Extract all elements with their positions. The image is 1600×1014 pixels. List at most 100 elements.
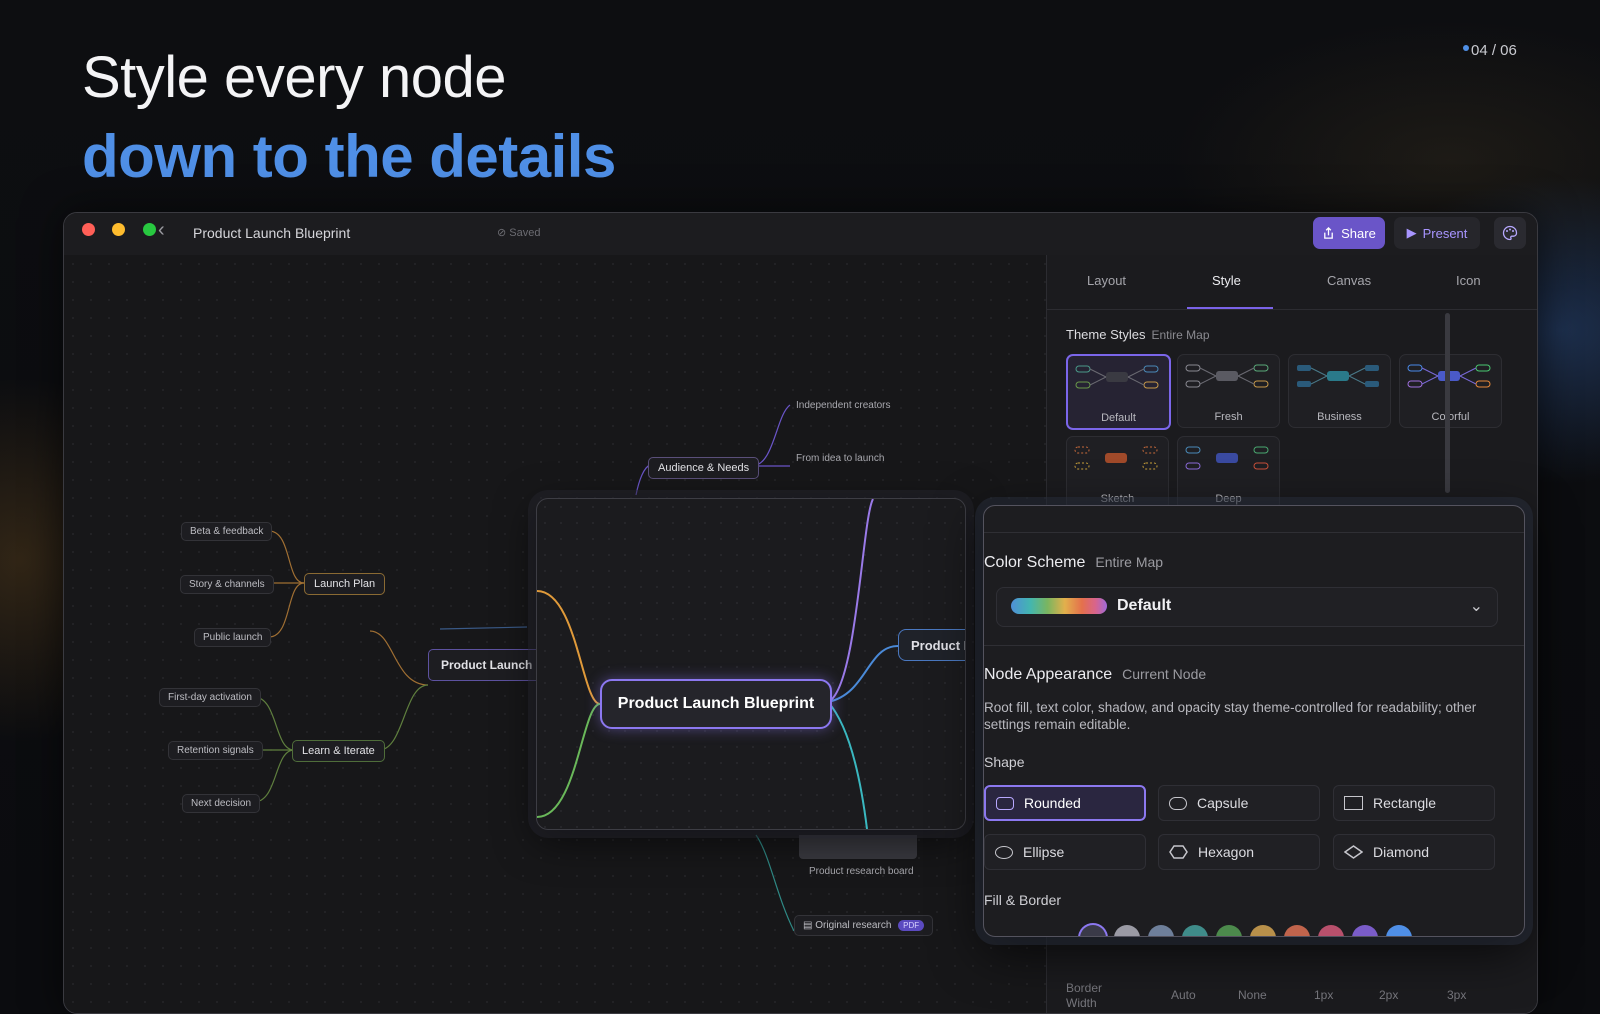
root-node-selected[interactable]: Product Launch Blueprint [600, 679, 832, 729]
color-scheme-select[interactable]: Default ⌄ [996, 587, 1498, 627]
leaf-idea-to-launch[interactable]: From idea to launch [796, 453, 884, 464]
leaf-story-channels[interactable]: Story & channels [180, 575, 274, 594]
node-launch-plan[interactable]: Launch Plan [304, 573, 386, 595]
zoomed-style-callout: Color Scheme Entire Map Default ⌄ Node Ap… [983, 505, 1525, 937]
fill-color-swatch[interactable] [1080, 925, 1106, 936]
zoomed-root-callout: Product Launch Blueprint Product I [536, 498, 966, 830]
research-board-caption: Product research board [809, 866, 914, 877]
active-tab-indicator [1187, 307, 1273, 309]
theme-palette-button[interactable] [1494, 217, 1526, 249]
theme-card-default[interactable]: Default [1066, 354, 1171, 430]
slide-subtitle: down to the details [82, 123, 616, 190]
shape-rounded-button[interactable]: Rounded [984, 785, 1146, 821]
shape-hexagon-button[interactable]: Hexagon [1158, 834, 1320, 870]
theme-card-business[interactable]: Business [1288, 354, 1391, 428]
theme-styles-scope: Entire Map [1151, 328, 1210, 342]
fill-color-swatch[interactable] [1284, 925, 1310, 936]
attachment-label: Original research [815, 920, 892, 931]
document-icon: ▤ [803, 920, 813, 931]
shape-ellipse-label: Ellipse [1023, 844, 1065, 860]
shape-capsule-button[interactable]: Capsule [1158, 785, 1320, 821]
theme-card-deep[interactable]: Deep [1177, 436, 1280, 510]
fill-color-swatch[interactable] [1386, 925, 1412, 936]
back-chevron-icon[interactable]: ‹ [158, 219, 165, 242]
color-scheme-heading: Color Scheme Entire Map [984, 554, 1163, 572]
saved-status: ⊘ Saved [497, 226, 540, 239]
leaf-beta-feedback[interactable]: Beta & feedback [181, 522, 273, 541]
node-audience-needs[interactable]: Audience & Needs [648, 457, 760, 479]
play-icon: ▶ [1406, 225, 1417, 240]
tab-style[interactable]: Style [1212, 273, 1241, 288]
theme-business-label: Business [1317, 411, 1362, 423]
attachment-original-research[interactable]: ▤ Original research PDF [794, 915, 934, 936]
slide-pager: 04 / 06 [1463, 42, 1517, 59]
theme-fresh-label: Fresh [1214, 411, 1243, 423]
leaf-retention-signals[interactable]: Retention signals [168, 741, 263, 760]
shape-capsule-label: Capsule [1197, 795, 1249, 811]
default-theme-preview [1075, 365, 1159, 389]
rectangle-shape-icon [1344, 796, 1363, 810]
shape-rectangle-button[interactable]: Rectangle [1333, 785, 1495, 821]
node-appearance-description: Root fill, text color, shadow, and opaci… [984, 700, 1477, 732]
theme-default-label: Default [1101, 412, 1136, 424]
fill-color-swatch[interactable] [1250, 925, 1276, 936]
shape-ellipse-button[interactable]: Ellipse [984, 834, 1146, 870]
fill-color-swatch[interactable] [1148, 925, 1174, 936]
share-icon [1324, 226, 1334, 239]
share-label: Share [1341, 225, 1376, 241]
panel-scrollbar[interactable] [1445, 313, 1450, 493]
fresh-theme-preview [1185, 364, 1269, 388]
slide-title: Style every node [82, 45, 507, 110]
palette-icon [1502, 225, 1518, 241]
minimize-window-button[interactable] [112, 223, 125, 236]
theme-card-sketch[interactable]: Sketch [1066, 436, 1169, 510]
fill-color-swatch[interactable] [1182, 925, 1208, 936]
pager-dot-icon [1463, 45, 1469, 51]
node-learn-iterate[interactable]: Learn & Iterate [292, 740, 385, 762]
hexagon-shape-icon [1169, 845, 1188, 859]
zoom-window-button[interactable] [143, 223, 156, 236]
divider-top [984, 532, 1524, 533]
leaf-next-decision[interactable]: Next decision [182, 794, 261, 813]
deep-theme-preview [1185, 446, 1269, 470]
root-node-partial[interactable]: Product Launch [428, 649, 546, 681]
rounded-shape-icon [996, 796, 1014, 810]
tab-canvas[interactable]: Canvas [1327, 273, 1371, 288]
theme-card-colorful[interactable]: Colorful [1399, 354, 1502, 428]
sketch-theme-preview [1074, 446, 1158, 470]
close-window-button[interactable] [82, 223, 95, 236]
branch-node-product[interactable]: Product I [898, 629, 965, 661]
research-board-thumbnail[interactable] [799, 835, 917, 859]
leaf-first-day-activation[interactable]: First-day activation [159, 688, 261, 707]
title-bar: ‹ Product Launch Blueprint ⊘ Saved Share… [64, 213, 1537, 256]
fill-color-swatch[interactable] [1114, 925, 1140, 936]
fill-border-label: Fill & Border [984, 892, 1062, 908]
leaf-public-launch[interactable]: Public launch [194, 628, 272, 647]
diamond-shape-icon [1344, 845, 1363, 859]
panel-tabs: Layout Style Canvas Icon [1047, 255, 1537, 310]
pdf-badge: PDF [898, 920, 925, 931]
theme-deep-label: Deep [1215, 493, 1242, 505]
tab-layout[interactable]: Layout [1087, 273, 1126, 288]
document-title[interactable]: Product Launch Blueprint [193, 225, 350, 241]
tab-icon[interactable]: Icon [1456, 273, 1481, 288]
business-theme-preview [1297, 365, 1379, 387]
theme-styles-label: Theme Styles [1066, 327, 1146, 342]
pager-text: 04 / 06 [1471, 42, 1517, 59]
present-label: Present [1422, 225, 1468, 241]
saved-label: Saved [509, 227, 541, 239]
fill-color-swatch[interactable] [1216, 925, 1242, 936]
present-button[interactable]: ▶ Present [1394, 217, 1480, 249]
leaf-independent-creators[interactable]: Independent creators [796, 400, 891, 411]
colorful-theme-preview [1407, 364, 1491, 388]
theme-card-fresh[interactable]: Fresh [1177, 354, 1280, 428]
saved-check-icon: ⊘ [497, 227, 507, 239]
fill-color-swatch[interactable] [1318, 925, 1344, 936]
color-scheme-swatch [1011, 598, 1107, 614]
chevron-down-icon: ⌄ [1469, 598, 1483, 615]
shape-diamond-label: Diamond [1373, 844, 1430, 860]
fill-color-swatch[interactable] [1352, 925, 1378, 936]
theme-sketch-label: Sketch [1100, 493, 1135, 505]
share-button[interactable]: Share [1313, 217, 1385, 249]
shape-diamond-button[interactable]: Diamond [1333, 834, 1495, 870]
